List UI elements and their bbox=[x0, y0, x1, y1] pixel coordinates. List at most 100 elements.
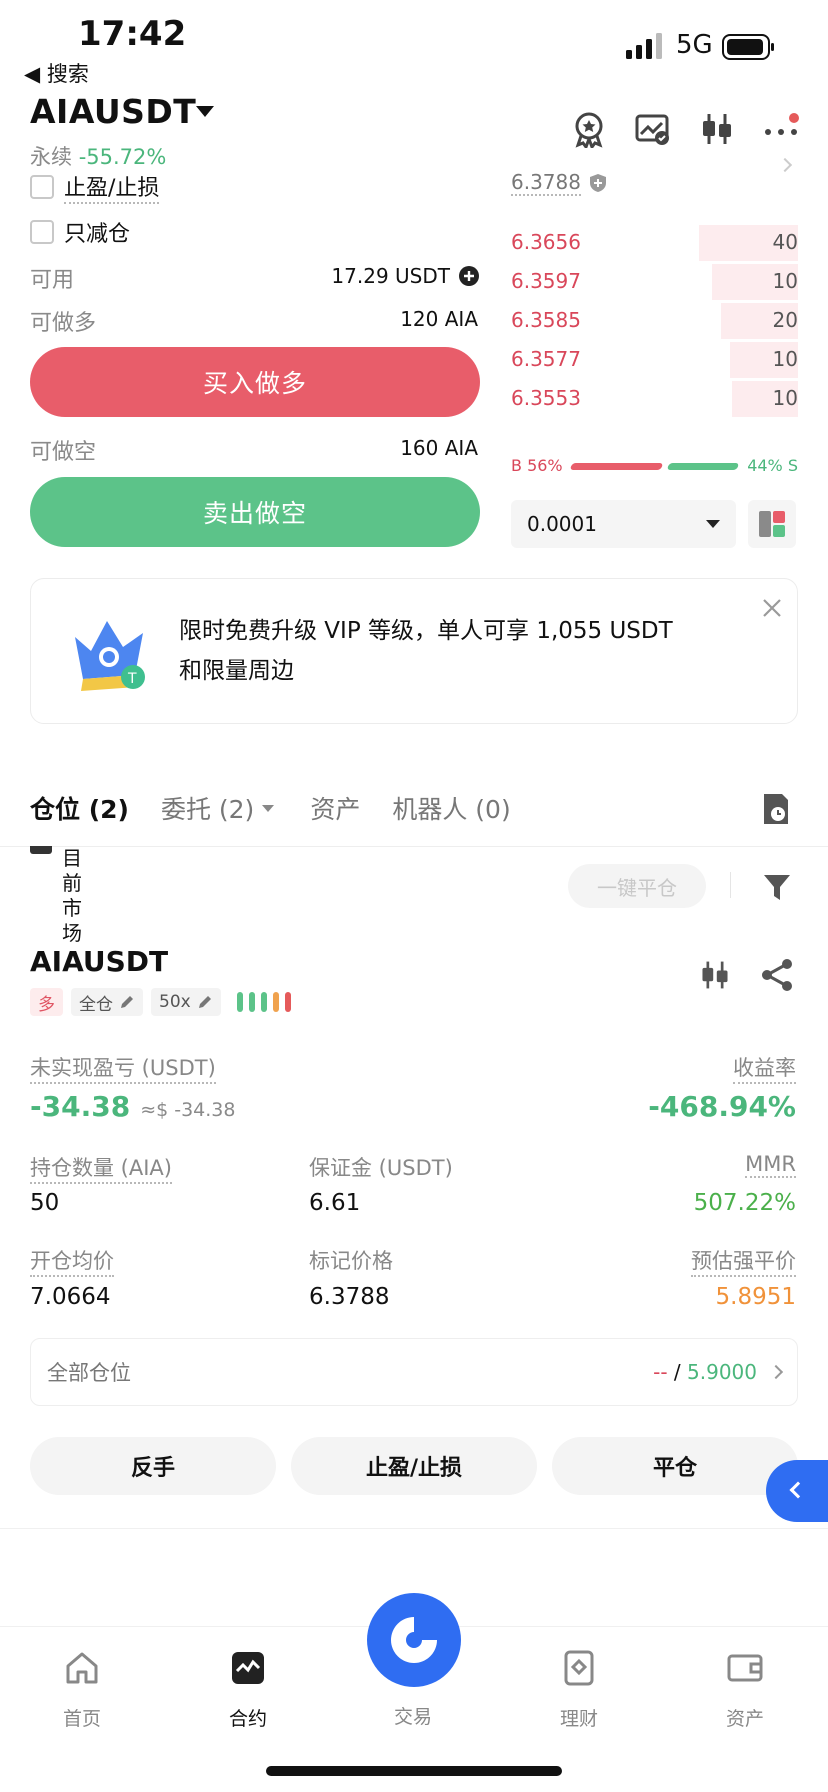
more-icon[interactable] bbox=[762, 110, 800, 148]
leverage-tag[interactable]: 50x bbox=[151, 988, 221, 1016]
tp-sl-button[interactable]: 止盈/止损 bbox=[291, 1437, 537, 1495]
share-icon[interactable] bbox=[760, 958, 794, 992]
candlestick-icon[interactable] bbox=[698, 958, 732, 992]
chart-check-icon[interactable] bbox=[634, 110, 672, 148]
add-funds-icon[interactable] bbox=[458, 265, 480, 287]
collapse-side-button[interactable] bbox=[766, 1460, 828, 1522]
promo-text: 限时免费升级 VIP 等级，单人可享 1,055 USDT 和限量周边 bbox=[179, 611, 673, 691]
close-icon[interactable] bbox=[761, 597, 783, 619]
edit-icon bbox=[121, 996, 133, 1008]
ask-price: 6.3553 bbox=[511, 386, 581, 410]
ask-price: 6.3577 bbox=[511, 347, 581, 371]
side-tag: 多 bbox=[30, 988, 63, 1016]
current-market-label: 目前市场 bbox=[62, 846, 82, 942]
long-available-label: 可做多 bbox=[30, 311, 97, 336]
upnl-usd: ≈$ -34.38 bbox=[140, 1099, 236, 1121]
short-available-label: 可做空 bbox=[30, 440, 97, 465]
entry-value: 7.0664 bbox=[30, 1284, 111, 1310]
contract-type: 永续 bbox=[30, 145, 72, 169]
symbol-dropdown-icon[interactable] bbox=[196, 106, 214, 117]
signal-icon bbox=[626, 33, 662, 59]
close-position-button[interactable]: 平仓 bbox=[552, 1437, 798, 1495]
tab-positions[interactable]: 仓位 (2) bbox=[30, 790, 129, 826]
reverse-button[interactable]: 反手 bbox=[30, 1437, 276, 1495]
ask-quantity: 10 bbox=[772, 269, 798, 293]
mark-label: 标记价格 bbox=[309, 1249, 393, 1273]
nav-home[interactable]: 首页 bbox=[27, 1650, 137, 1731]
home-icon bbox=[66, 1652, 98, 1684]
symbol-title[interactable]: AIAUSDT bbox=[30, 92, 196, 131]
ask-row[interactable]: 6.3585 20 bbox=[511, 303, 798, 339]
all-positions-row[interactable]: 全部仓位 -- / 5.9000 bbox=[30, 1338, 798, 1406]
margin-value: 6.61 bbox=[309, 1190, 361, 1216]
tab-assets[interactable]: 资产 bbox=[310, 790, 360, 826]
header-icons bbox=[570, 110, 800, 148]
close-all-button[interactable]: 一键平仓 bbox=[568, 864, 706, 908]
nav-contract-label: 合约 bbox=[228, 1708, 267, 1730]
filter-icon[interactable] bbox=[762, 872, 792, 902]
mmr-label: MMR bbox=[745, 1152, 796, 1178]
liq-value: 5.8951 bbox=[715, 1284, 796, 1310]
nav-contract[interactable]: 合约 bbox=[193, 1650, 303, 1731]
upnl-row: -34.38 ≈$ -34.38 bbox=[30, 1090, 235, 1123]
trade-fab[interactable] bbox=[367, 1593, 461, 1687]
nav-trade[interactable]: 交易 bbox=[358, 1702, 468, 1729]
layout-icon bbox=[759, 511, 785, 537]
buy-ratio-bar bbox=[569, 463, 664, 470]
tp-sl-checkbox[interactable] bbox=[30, 175, 54, 199]
available-label: 可用 bbox=[30, 268, 75, 293]
all-positions-value: -- / 5.9000 bbox=[653, 1360, 784, 1384]
layout-toggle-button[interactable] bbox=[748, 500, 796, 548]
tab-orders[interactable]: 委托 (2) bbox=[161, 790, 254, 826]
contract-info: 永续 -55.72% bbox=[30, 141, 166, 171]
trade-logo-icon bbox=[391, 1617, 437, 1663]
sell-ratio-bar bbox=[666, 463, 740, 470]
svg-text:T: T bbox=[127, 671, 137, 687]
ask-price: 6.3585 bbox=[511, 308, 581, 332]
short-available-value: 160 AIA bbox=[400, 436, 478, 460]
nav-home-label: 首页 bbox=[62, 1708, 101, 1730]
orders-caret-icon[interactable] bbox=[262, 804, 275, 812]
all-positions-sep: / bbox=[667, 1360, 688, 1384]
ask-row[interactable]: 6.3553 10 bbox=[511, 381, 798, 417]
margin-mode-label: 全仓 bbox=[79, 994, 113, 1015]
upnl-label: 未实现盈亏 (USDT) bbox=[30, 1052, 216, 1084]
tabs-divider bbox=[0, 846, 828, 847]
nav-assets-label: 资产 bbox=[725, 1708, 764, 1730]
tp-sl-option[interactable]: 止盈/止损 bbox=[30, 170, 160, 204]
reduce-only-checkbox[interactable] bbox=[30, 220, 54, 244]
chevron-right-icon bbox=[768, 1364, 784, 1380]
nav-finance[interactable]: 理财 bbox=[524, 1650, 634, 1731]
badge-icon[interactable] bbox=[570, 110, 608, 148]
ask-price: 6.3597 bbox=[511, 269, 581, 293]
ask-quantity: 10 bbox=[772, 347, 798, 371]
ask-row[interactable]: 6.3656 40 bbox=[511, 225, 798, 261]
risk-level-icon bbox=[236, 992, 291, 1012]
mark-value: 6.3788 bbox=[309, 1284, 390, 1310]
nav-assets[interactable]: 资产 bbox=[690, 1650, 800, 1731]
all-positions-label: 全部仓位 bbox=[47, 1361, 131, 1385]
long-available-value: 120 AIA bbox=[400, 307, 478, 331]
ask-row[interactable]: 6.3597 10 bbox=[511, 264, 798, 300]
margin-mode-tag[interactable]: 全仓 bbox=[71, 988, 143, 1016]
entry-label: 开仓均价 bbox=[30, 1245, 114, 1277]
ask-row[interactable]: 6.3577 10 bbox=[511, 342, 798, 378]
position-symbol[interactable]: AIAUSDT bbox=[30, 945, 168, 978]
reduce-only-option[interactable]: 只减仓 bbox=[30, 216, 130, 248]
back-to-search-link[interactable]: ◀ 搜索 bbox=[24, 58, 89, 88]
precision-select[interactable]: 0.0001 bbox=[511, 500, 736, 548]
mark-price: 6.3788 bbox=[511, 170, 581, 196]
promo-line-2: 和限量周边 bbox=[179, 658, 294, 684]
margin-label: 保证金 (USDT) bbox=[309, 1156, 453, 1180]
content-divider bbox=[0, 1528, 828, 1529]
vip-promo-banner[interactable]: T 限时免费升级 VIP 等级，单人可享 1,055 USDT 和限量周边 bbox=[30, 578, 798, 724]
tab-bots[interactable]: 机器人 (0) bbox=[392, 790, 510, 826]
buy-long-button[interactable]: 买入做多 bbox=[30, 347, 480, 417]
position-tabs: 仓位 (2) 委托 (2) 资产 机器人 (0) bbox=[30, 790, 511, 826]
sell-short-button[interactable]: 卖出做空 bbox=[30, 477, 480, 547]
current-market-checkbox[interactable] bbox=[30, 846, 52, 854]
candlestick-icon[interactable] bbox=[698, 110, 736, 148]
wallet-icon bbox=[727, 1654, 763, 1682]
history-icon[interactable] bbox=[760, 792, 792, 826]
nav-trade-label: 交易 bbox=[393, 1706, 432, 1728]
